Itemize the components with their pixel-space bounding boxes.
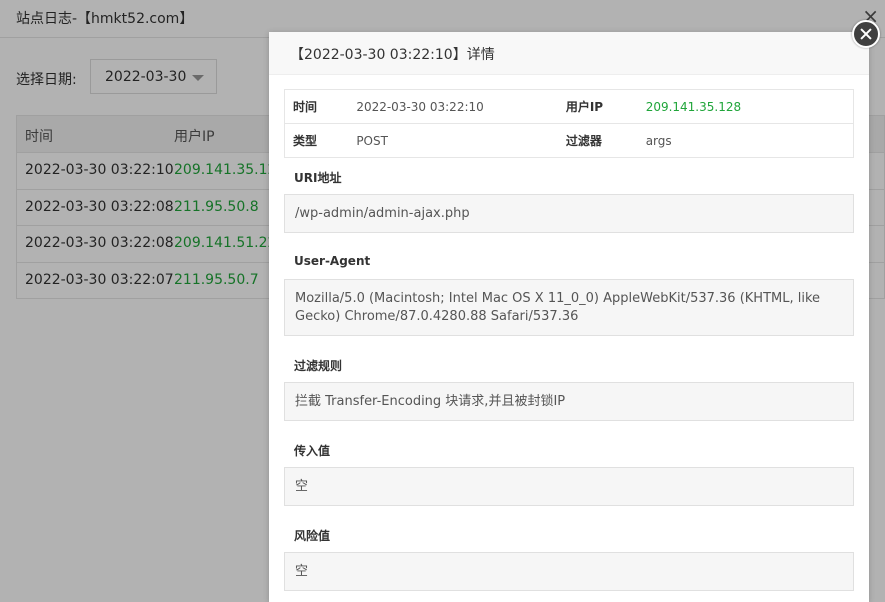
filter-label: 过滤器 <box>557 123 638 158</box>
time-label: 时间 <box>284 89 349 124</box>
type-label: 类型 <box>284 123 349 158</box>
ip-value: 209.141.35.128 <box>637 89 854 124</box>
user-agent-label: User-Agent <box>294 254 371 268</box>
risk-value-label: 风险值 <box>294 529 331 543</box>
input-value-label: 传入值 <box>294 444 331 458</box>
dialog-close-icon[interactable] <box>852 20 880 48</box>
dialog-header: 【2022-03-30 03:22:10】详情 <box>269 32 869 75</box>
filter-value: args <box>637 123 854 158</box>
detail-dialog: 【2022-03-30 03:22:10】详情 时间 2022-03-30 03… <box>269 32 869 602</box>
filter-rule-label: 过滤规则 <box>294 359 343 373</box>
uri-value: /wp-admin/admin-ajax.php <box>284 194 854 233</box>
dialog-title: 【2022-03-30 03:22:10】详情 <box>290 47 495 63</box>
uri-label: URI地址 <box>294 171 342 185</box>
ip-label: 用户IP <box>557 89 638 124</box>
detail-info-table: 时间 2022-03-30 03:22:10 用户IP 209.141.35.1… <box>284 89 854 158</box>
user-agent-value: Mozilla/5.0 (Macintosh; Intel Mac OS X 1… <box>284 279 854 336</box>
type-value: POST <box>348 123 558 158</box>
input-value-box: 空 <box>284 467 854 506</box>
time-value: 2022-03-30 03:22:10 <box>348 89 558 124</box>
risk-value-box: 空 <box>284 552 854 591</box>
filter-rule-value: 拦截 Transfer-Encoding 块请求,并且被封锁IP <box>284 382 854 421</box>
